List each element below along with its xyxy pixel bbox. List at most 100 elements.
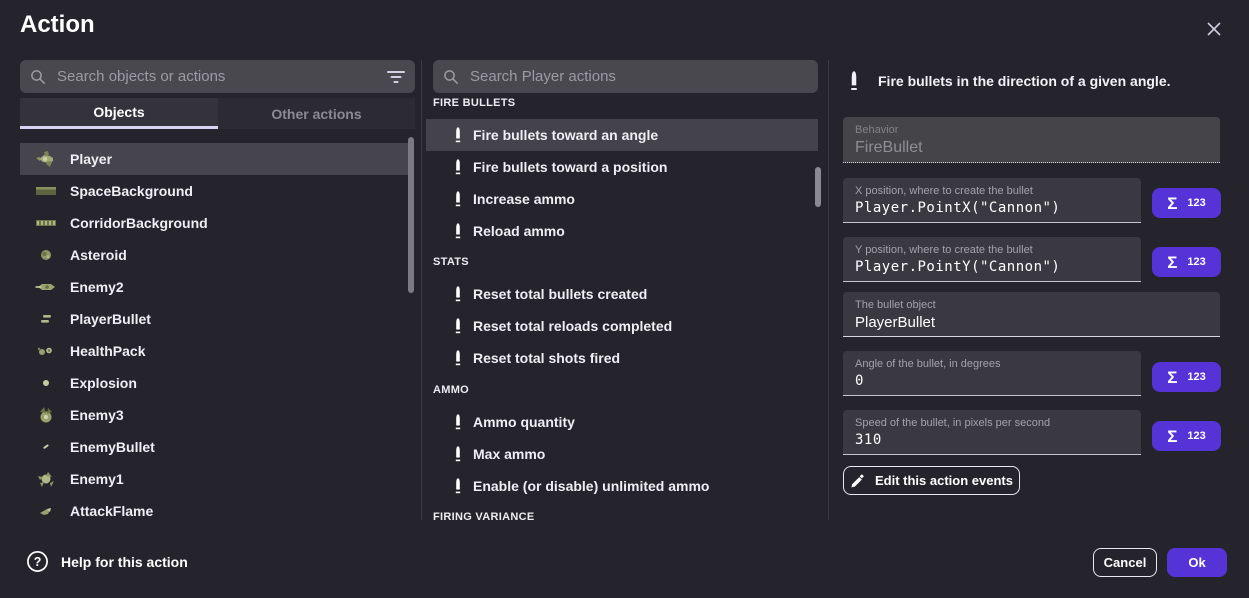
bullet-object-field[interactable]: The bullet object PlayerBullet — [843, 292, 1220, 337]
asteroid-object-icon — [35, 245, 57, 265]
enemy2-object-icon — [35, 277, 57, 297]
field-label: Speed of the bullet, in pixels per secon… — [855, 417, 1129, 429]
group-header-stats: STATS — [433, 256, 469, 268]
angle-field[interactable]: Angle of the bullet, in degrees 0 — [843, 351, 1141, 396]
object-row-player[interactable]: Player — [20, 143, 408, 175]
object-row-corridorbackground[interactable]: CorridorBackground — [20, 207, 408, 239]
tab-objects[interactable]: Objects — [20, 98, 218, 129]
cancel-button[interactable]: Cancel — [1093, 548, 1157, 577]
ok-button[interactable]: Ok — [1167, 548, 1227, 577]
search-icon — [30, 69, 46, 85]
y-expression-editor-button[interactable]: Σ 123 — [1152, 247, 1221, 277]
objects-search-box — [20, 60, 415, 93]
speed-field[interactable]: Speed of the bullet, in pixels per secon… — [843, 410, 1141, 455]
bullet-action-icon — [849, 69, 859, 93]
explosion-object-icon — [35, 373, 57, 393]
object-row-enemybullet[interactable]: EnemyBullet — [20, 431, 408, 463]
ok-label: Ok — [1188, 555, 1205, 570]
object-row-playerbullet[interactable]: PlayerBullet — [20, 303, 408, 335]
help-link[interactable]: ? Help for this action — [26, 550, 188, 573]
field-label: The bullet object — [855, 299, 1208, 311]
filter-icon[interactable] — [387, 70, 405, 84]
enemybullet-object-icon — [35, 437, 57, 457]
bullet-action-icon — [454, 477, 462, 495]
x-position-field[interactable]: X position, where to create the bullet P… — [843, 178, 1141, 223]
action-row-fire-angle[interactable]: Fire bullets toward an angle — [426, 119, 818, 151]
tab-other-actions[interactable]: Other actions — [218, 98, 415, 129]
bullet-action-icon — [454, 222, 462, 240]
close-button[interactable] — [1199, 14, 1229, 44]
group-header-fire-bullets: FIRE BULLETS — [433, 97, 515, 109]
object-row-explosion[interactable]: Explosion — [20, 367, 408, 399]
object-label: Enemy1 — [70, 471, 124, 487]
search-icon — [443, 69, 459, 85]
object-label: Asteroid — [70, 247, 127, 263]
action-label: Max ammo — [473, 446, 545, 462]
bullet-action-icon — [454, 349, 462, 367]
actions-scrollbar[interactable] — [815, 167, 821, 207]
group-header-ammo: AMMO — [433, 384, 469, 396]
action-label: Reset total bullets created — [473, 286, 647, 302]
speed-expression-editor-button[interactable]: Σ 123 — [1152, 421, 1221, 451]
object-row-asteroid[interactable]: Asteroid — [20, 239, 408, 271]
field-value: FireBullet — [855, 139, 1208, 157]
object-label: Enemy3 — [70, 407, 124, 423]
cancel-label: Cancel — [1104, 555, 1147, 570]
object-row-enemy3[interactable]: Enemy3 — [20, 399, 408, 431]
enemy1-object-icon — [35, 469, 57, 489]
expression-123-label: 123 — [1187, 371, 1205, 383]
bullet-action-icon — [454, 317, 462, 335]
actions-search-input[interactable] — [468, 67, 808, 86]
x-expression-editor-button[interactable]: Σ 123 — [1152, 188, 1221, 218]
action-row-unlimited-ammo[interactable]: Enable (or disable) unlimited ammo — [426, 470, 818, 502]
action-row-increase-ammo[interactable]: Increase ammo — [426, 183, 818, 215]
tab-other-actions-label: Other actions — [271, 106, 361, 122]
edit-action-events-button[interactable]: Edit this action events — [843, 466, 1020, 495]
left-middle-divider — [421, 60, 422, 520]
object-row-enemy1[interactable]: Enemy1 — [20, 463, 408, 495]
action-row-max-ammo[interactable]: Max ammo — [426, 438, 818, 470]
object-row-spacebackground[interactable]: SpaceBackground — [20, 175, 408, 207]
angle-expression-editor-button[interactable]: Σ 123 — [1152, 362, 1221, 392]
action-label: Enable (or disable) unlimited ammo — [473, 478, 709, 494]
field-label: X position, where to create the bullet — [855, 185, 1129, 197]
action-row-reload-ammo[interactable]: Reload ammo — [426, 215, 818, 247]
action-label: Reset total shots fired — [473, 350, 620, 366]
attackflame-object-icon — [35, 501, 57, 521]
close-icon — [1205, 20, 1223, 38]
action-row-reset-shots-fired[interactable]: Reset total shots fired — [426, 342, 818, 374]
sigma-icon: Σ — [1167, 254, 1177, 271]
action-row-ammo-quantity[interactable]: Ammo quantity — [426, 406, 818, 438]
expression-123-label: 123 — [1187, 197, 1205, 209]
group-header-firing-variance: FIRING VARIANCE — [433, 511, 534, 521]
action-row-reset-reloads-completed[interactable]: Reset total reloads completed — [426, 310, 818, 342]
object-row-attackflame[interactable]: AttackFlame — [20, 495, 408, 527]
playerbullet-object-icon — [35, 309, 57, 329]
field-value: Player.PointX("Cannon") — [855, 200, 1129, 216]
action-dialog: Action Objects Other actions — [0, 0, 1249, 598]
object-row-healthpack[interactable]: HealthPack — [20, 335, 408, 367]
spacebackground-object-icon — [35, 181, 57, 201]
pencil-icon — [850, 473, 865, 489]
object-label: Player — [70, 151, 112, 167]
object-label: Enemy2 — [70, 279, 124, 295]
objects-scrollbar[interactable] — [408, 137, 414, 293]
field-value: Player.PointY("Cannon") — [855, 259, 1129, 275]
healthpack-object-icon — [35, 341, 57, 361]
bullet-action-icon — [454, 190, 462, 208]
field-value: 310 — [855, 432, 1129, 448]
y-position-field[interactable]: Y position, where to create the bullet P… — [843, 237, 1141, 282]
sigma-icon: Σ — [1167, 195, 1177, 212]
action-label: Fire bullets toward an angle — [473, 127, 658, 143]
action-row-reset-bullets-created[interactable]: Reset total bullets created — [426, 278, 818, 310]
objects-search-input[interactable] — [55, 67, 378, 86]
action-label: Reload ammo — [473, 223, 565, 239]
field-label: Angle of the bullet, in degrees — [855, 358, 1129, 370]
action-description-text: Fire bullets in the direction of a given… — [878, 73, 1171, 89]
svg-text:?: ? — [34, 555, 42, 569]
bullet-action-icon — [454, 285, 462, 303]
page-title: Action — [20, 11, 95, 39]
object-row-enemy2[interactable]: Enemy2 — [20, 271, 408, 303]
action-row-fire-position[interactable]: Fire bullets toward a position — [426, 151, 818, 183]
help-icon: ? — [26, 550, 49, 573]
